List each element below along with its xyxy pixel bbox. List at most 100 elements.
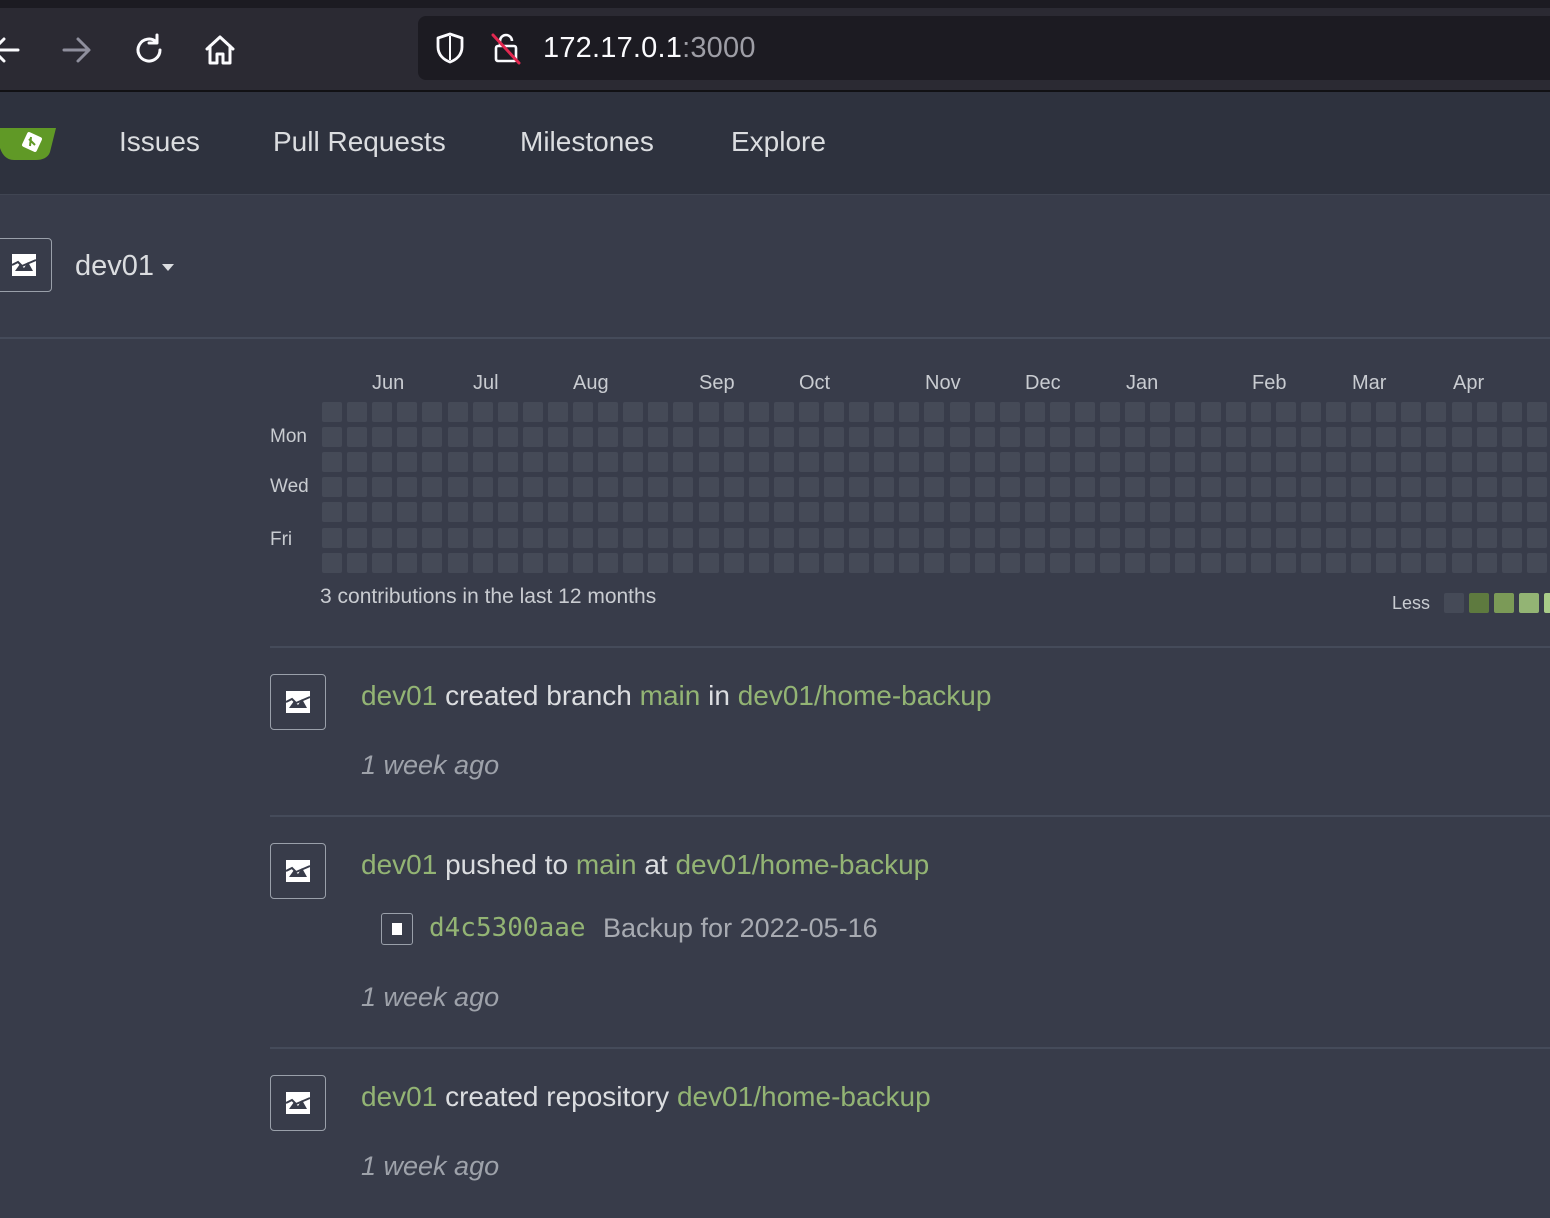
url-text[interactable]: 172.17.0.1:3000 [543,32,756,65]
caret-down-icon [162,263,175,271]
heatmap-cell [1075,502,1095,522]
heatmap-cell [548,427,568,447]
heatmap-cell [1401,427,1421,447]
legend-swatch-level4 [1544,593,1550,613]
heatmap-cell [397,452,417,472]
heatmap-cell [699,502,719,522]
heatmap-cell [397,477,417,497]
feed-avatar[interactable] [270,843,326,899]
gitea-logo-icon[interactable] [0,122,60,162]
nav-issues[interactable]: Issues [119,126,200,158]
heatmap-cell [623,477,643,497]
feed-user-link[interactable]: dev01 [361,680,437,711]
feed-branch-link[interactable]: main [640,680,701,711]
heatmap-cell [598,427,618,447]
heatmap-cell [774,427,794,447]
nav-explore[interactable]: Explore [731,126,826,158]
heatmap-cell [1351,402,1371,422]
nav-milestones[interactable]: Milestones [520,126,654,158]
feed-repo-link[interactable]: dev01/home-backup [677,1081,931,1112]
nav-pull-requests[interactable]: Pull Requests [273,126,446,158]
heatmap-cell [1477,452,1497,472]
heatmap-cell [849,502,869,522]
user-avatar[interactable] [0,238,52,292]
heatmap-cell [1452,477,1472,497]
feed-action-text: created repository [437,1081,677,1112]
heatmap-cell [975,477,995,497]
heatmap-cell [874,427,894,447]
heatmap-cell [498,477,518,497]
feed-branch-link[interactable]: main [576,849,637,880]
heatmap-cell [1125,427,1145,447]
heatmap-cell [1251,528,1271,548]
heatmap-cell [422,452,442,472]
reload-button[interactable] [129,30,169,70]
feed-time: 1 week ago [361,750,500,780]
heatmap-cell [1502,402,1522,422]
heatmap-cell [1326,452,1346,472]
feed-avatar[interactable] [270,674,326,730]
heatmap-cell [347,402,367,422]
heatmap-cell [975,427,995,447]
heatmap-cell [1376,402,1396,422]
heatmap-cell [975,502,995,522]
heatmap-cell [1401,553,1421,573]
heatmap-cell [372,427,392,447]
forward-arrow-icon [62,37,91,63]
heatmap-cell [1175,452,1195,472]
heatmap-cell [1301,402,1321,422]
home-button[interactable] [200,30,240,70]
heatmap-cell [648,477,668,497]
heatmap-cell [1100,402,1120,422]
heatmap-cell [322,553,342,573]
heatmap-cell [849,528,869,548]
heatmap-cell [448,452,468,472]
heatmap-cell [799,553,819,573]
commit-sha-link[interactable]: d4c5300aae [429,913,586,943]
heatmap-cell [498,528,518,548]
heatmap-cell [924,452,944,472]
heatmap-cell [1502,477,1522,497]
forward-button[interactable] [56,30,96,70]
heatmap-cell [1276,502,1296,522]
heatmap-cell [1201,452,1221,472]
heatmap-cell [598,402,618,422]
heatmap-cell [849,553,869,573]
feed-divider [270,815,1550,817]
feed-title: dev01 pushed to main at dev01/home-backu… [361,849,929,881]
feed-user-link[interactable]: dev01 [361,1081,437,1112]
heatmap-cell [975,452,995,472]
heatmap-cell [573,528,593,548]
heatmap-cell [1452,502,1472,522]
feed-avatar[interactable] [270,1075,326,1131]
feed-repo-link[interactable]: dev01/home-backup [675,849,929,880]
heatmap-cell [899,502,919,522]
feed-repo-link[interactable]: dev01/home-backup [738,680,992,711]
back-button[interactable] [0,30,26,70]
heatmap-cell [1201,427,1221,447]
main-navbar: Issues Pull Requests Milestones Explore [0,92,1550,195]
insecure-lock-icon[interactable] [488,30,524,66]
legend-swatch-level3 [1519,593,1539,613]
heatmap-cell [1401,528,1421,548]
heatmap-cell [473,427,493,447]
context-user-switcher[interactable]: dev01 [75,250,175,283]
heatmap-cell [1125,452,1145,472]
feed-connector-text: at [636,849,676,880]
heatmap-cell [1426,402,1446,422]
tracking-protection-shield-icon[interactable] [432,30,468,66]
heatmap-cell [1075,427,1095,447]
heatmap-cell [1477,427,1497,447]
heatmap-cell [1251,452,1271,472]
heatmap-cell [1527,477,1547,497]
heatmap-cell [673,477,693,497]
context-user-name: dev01 [75,250,155,282]
heatmap-cell [1075,528,1095,548]
heatmap-cell [1226,553,1246,573]
heatmap-cell [749,452,769,472]
heatmap-cell [1050,427,1070,447]
address-bar[interactable]: 172.17.0.1:3000 [418,16,1550,80]
heatmap-cell [874,502,894,522]
heatmap-cell [774,402,794,422]
feed-user-link[interactable]: dev01 [361,849,437,880]
